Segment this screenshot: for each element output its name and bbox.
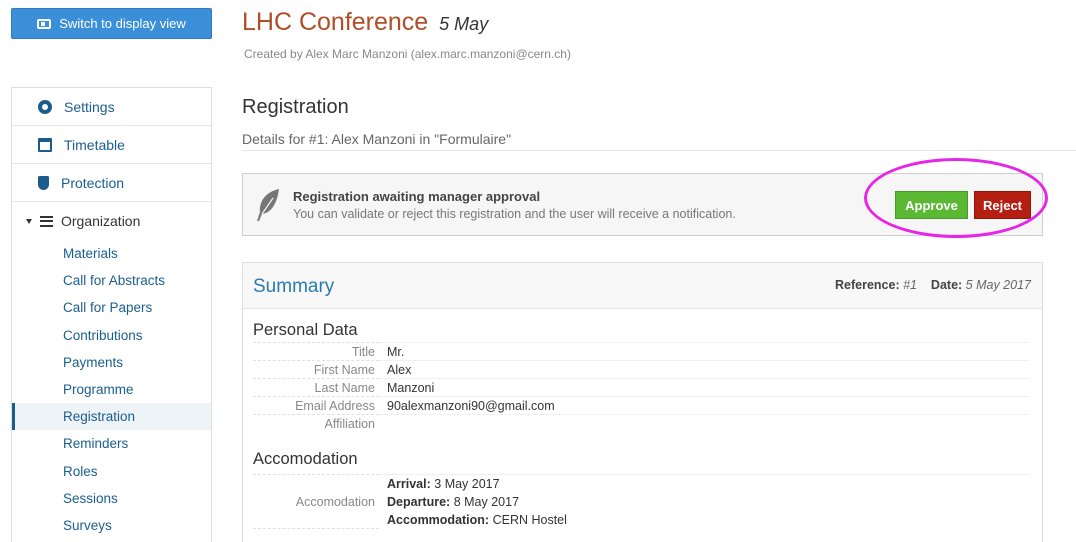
sidebar-item-call-for-papers[interactable]: Call for Papers xyxy=(12,294,211,321)
sidebar-item-materials[interactable]: Materials xyxy=(12,240,211,267)
sidebar-item-contributions[interactable]: Contributions xyxy=(12,322,211,349)
calendar-icon xyxy=(38,137,52,152)
arrival-value: 3 May 2017 xyxy=(434,477,500,491)
field-value: Alex xyxy=(379,360,1029,378)
field-label: Last Name xyxy=(253,378,379,396)
page-subtitle: Details for #1: Alex Manzoni in "Formula… xyxy=(242,131,512,147)
field-value xyxy=(379,414,1029,432)
sidebar-item-reminders[interactable]: Reminders xyxy=(12,430,211,457)
page-title: Registration xyxy=(242,96,349,118)
sidebar-item-timetable[interactable]: Timetable xyxy=(12,126,211,164)
event-title: LHC Conference 5 May xyxy=(242,8,488,37)
sidebar-item-label: Timetable xyxy=(64,136,125,153)
accommodation-table: Accomodation Arrival: 3 May 2017 Departu… xyxy=(253,474,1029,529)
personal-data-table: Title Mr. First Name Alex Last Name Manz… xyxy=(253,342,1029,432)
sidebar-group-organization[interactable]: Organization xyxy=(12,202,211,240)
event-date: 5 May xyxy=(439,14,489,34)
gear-icon xyxy=(38,99,52,114)
table-row: Title Mr. xyxy=(253,342,1029,360)
reference-label: Reference: xyxy=(835,278,900,292)
field-value: Mr. xyxy=(379,342,1029,360)
table-row: Accomodation Arrival: 3 May 2017 Departu… xyxy=(253,474,1029,529)
field-value: Manzoni xyxy=(379,378,1029,396)
accommodation-line: Accommodation: CERN Hostel xyxy=(387,511,1029,529)
arrival-line: Arrival: 3 May 2017 xyxy=(387,475,1029,493)
sidebar-item-settings[interactable]: Settings xyxy=(12,88,211,126)
sidebar-item-call-for-abstracts[interactable]: Call for Abstracts xyxy=(12,267,211,294)
shield-icon xyxy=(38,175,49,190)
departure-line: Departure: 8 May 2017 xyxy=(387,493,1029,511)
date-value: 5 May 2017 xyxy=(965,278,1031,292)
field-label: Title xyxy=(253,342,379,360)
sidebar-item-label: Protection xyxy=(61,174,125,191)
annotation-highlight-ellipse xyxy=(864,158,1048,238)
field-label: Accomodation xyxy=(253,474,379,529)
field-value: 90alexmanzoni90@gmail.com xyxy=(379,396,1029,414)
date-label: Date: xyxy=(930,278,963,292)
summary-meta: Reference: #1 Date: 5 May 2017 xyxy=(835,278,1031,292)
accommodation-heading: Accomodation xyxy=(253,450,358,468)
sidebar-menu: Settings Timetable Protection Organizati… xyxy=(11,87,212,542)
table-row: Email Address 90alexmanzoni90@gmail.com xyxy=(253,396,1029,414)
field-value: Arrival: 3 May 2017 Departure: 8 May 201… xyxy=(379,474,1029,529)
accommodation-key: Accommodation: xyxy=(387,513,490,527)
sidebar-item-payments[interactable]: Payments xyxy=(12,349,211,376)
departure-key: Departure: xyxy=(387,495,451,509)
switch-button-label: Switch to display view xyxy=(59,16,186,31)
sidebar-item-registration[interactable]: Registration xyxy=(12,403,211,431)
table-row: First Name Alex xyxy=(253,360,1029,378)
approval-title: Registration awaiting manager approval xyxy=(293,189,541,204)
summary-panel: Summary Reference: #1 Date: 5 May 2017 P… xyxy=(242,262,1043,542)
switch-to-display-view-button[interactable]: Switch to display view xyxy=(11,8,212,39)
sidebar-item-programme[interactable]: Programme xyxy=(12,376,211,403)
divider xyxy=(242,150,1076,151)
sidebar-item-label: Settings xyxy=(64,98,115,115)
feather-icon xyxy=(257,189,279,221)
field-label: Affiliation xyxy=(253,414,379,432)
field-label: First Name xyxy=(253,360,379,378)
field-label: Email Address xyxy=(253,396,379,414)
table-row: Last Name Manzoni xyxy=(253,378,1029,396)
table-row: Affiliation xyxy=(253,414,1029,432)
caret-down-icon xyxy=(26,218,32,224)
summary-title: Summary xyxy=(253,276,335,297)
departure-value: 8 May 2017 xyxy=(453,495,520,509)
event-created-by: Created by Alex Marc Manzoni (alex.marc.… xyxy=(244,47,571,61)
reference-value: #1 xyxy=(903,278,918,292)
display-icon xyxy=(37,18,52,29)
sidebar-item-protection[interactable]: Protection xyxy=(12,164,211,202)
accommodation-value: CERN Hostel xyxy=(492,513,567,527)
personal-data-heading: Personal Data xyxy=(253,321,358,339)
sidebar-item-roles[interactable]: Roles xyxy=(12,458,211,485)
sidebar-item-surveys[interactable]: Surveys xyxy=(12,512,211,539)
approval-text: You can validate or reject this registra… xyxy=(293,207,736,221)
event-title-text: LHC Conference xyxy=(242,8,429,36)
sidebar-item-sessions[interactable]: Sessions xyxy=(12,485,211,512)
arrival-key: Arrival: xyxy=(387,477,431,491)
summary-header: Summary Reference: #1 Date: 5 May 2017 xyxy=(243,263,1042,309)
sidebar-group-label: Organization xyxy=(61,213,141,229)
list-icon xyxy=(40,215,53,227)
